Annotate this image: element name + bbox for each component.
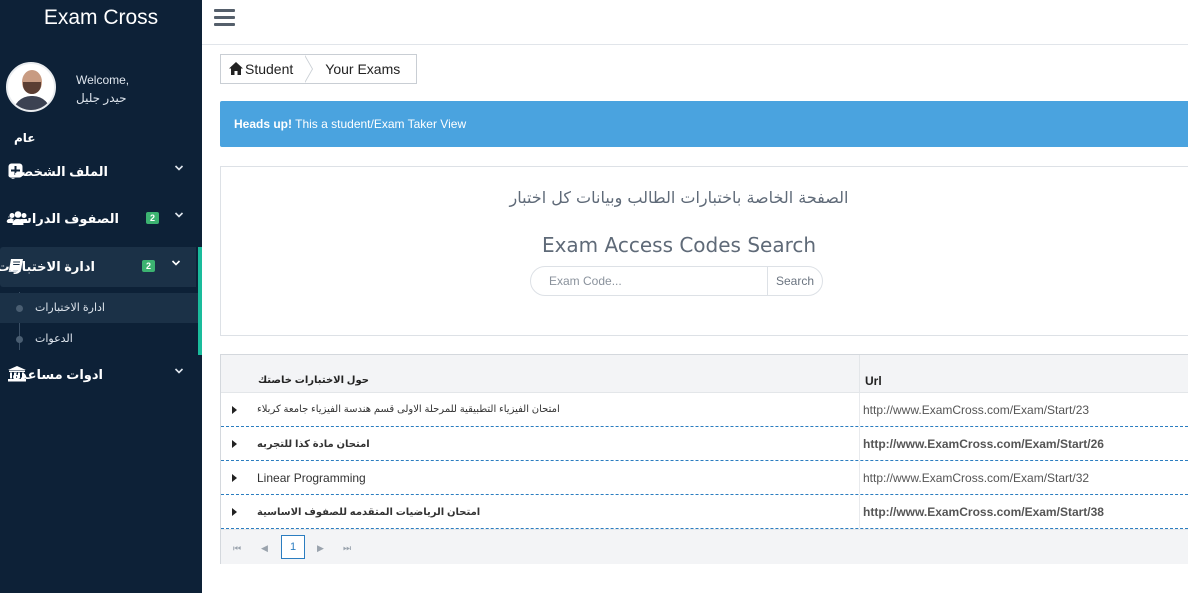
table-row[interactable]: امتحان الفيزياء التطبيقية للمرحلة الاولى…: [221, 393, 1188, 427]
exam-name: Linear Programming: [257, 471, 366, 485]
sidebar-item-profile[interactable]: الملف الشخصي: [0, 152, 202, 192]
page-number-button[interactable]: 1: [281, 535, 305, 559]
alert-strong: Heads up!: [234, 117, 293, 131]
table-row[interactable]: امتحان الرياضيات المتقدمه للصفوف الاساسي…: [221, 495, 1188, 529]
breadcrumb-home-label: Student: [245, 61, 294, 77]
exam-name: امتحان الفيزياء التطبيقية للمرحلة الاولى…: [257, 404, 560, 415]
chevron-down-icon: [174, 163, 186, 179]
active-indicator: [198, 247, 202, 355]
sidebar-item-label: ادارة الاختبارات: [0, 259, 95, 274]
expand-icon[interactable]: [232, 440, 237, 448]
expand-icon[interactable]: [232, 474, 237, 482]
sidebar: Exam Cross Welcome, حيدر جليل عام الملف …: [0, 0, 202, 593]
user-role: عام: [14, 131, 36, 145]
column-header-name[interactable]: حول الاختبارات خاصتك: [258, 375, 369, 386]
home-icon: [229, 56, 243, 75]
pager: ⏮ ◀ 1 ▶ ⏭: [221, 529, 1188, 564]
table-row[interactable]: Linear Programming http://www.ExamCross.…: [221, 461, 1188, 495]
top-bar: [202, 0, 1188, 45]
chevron-down-icon: [174, 366, 186, 382]
welcome-text: Welcome,: [76, 73, 130, 87]
sidebar-item-exams[interactable]: ادارة الاختبارات 2: [0, 247, 196, 287]
brand-title[interactable]: Exam Cross: [0, 6, 202, 30]
user-name: حيدر جليل: [76, 91, 127, 105]
breadcrumb: Student Your Exams: [220, 54, 418, 84]
expand-icon[interactable]: [232, 406, 237, 414]
sidebar-subitem-invitations[interactable]: الدعوات: [0, 324, 198, 354]
search-card: الصفحة الخاصة باختبارات الطالب وبيانات ك…: [220, 166, 1188, 336]
chevron-down-icon: [171, 258, 183, 274]
last-page-icon[interactable]: ⏭: [343, 543, 351, 554]
alert-text: This a student/Exam Taker View: [292, 117, 467, 131]
bullet-icon: [16, 305, 23, 312]
sidebar-subitem-label: الدعوات: [35, 333, 73, 345]
exam-name: امتحان الرياضيات المتقدمه للصفوف الاساسي…: [257, 507, 481, 518]
search-box: Search: [530, 266, 823, 296]
exam-code-input[interactable]: [531, 267, 767, 295]
prev-page-icon[interactable]: ◀: [261, 543, 268, 554]
card-subtitle: الصفحة الخاصة باختبارات الطالب وبيانات ك…: [509, 188, 849, 207]
sidebar-item-label: الملف الشخصي: [7, 164, 108, 179]
chevron-down-icon: [174, 210, 186, 226]
expand-icon[interactable]: [232, 508, 237, 516]
table-row[interactable]: امتحان مادة كذا للتجربه http://www.ExamC…: [221, 427, 1188, 461]
sidebar-item-label: ادوات مساعدة: [12, 367, 103, 382]
exam-url: http://www.ExamCross.com/Exam/Start/26: [863, 437, 1104, 451]
exam-url: http://www.ExamCross.com/Exam/Start/32: [863, 471, 1090, 485]
exam-name: امتحان مادة كذا للتجربه: [257, 439, 370, 450]
count-badge: 2: [146, 212, 160, 224]
breadcrumb-home[interactable]: Student: [221, 55, 314, 83]
sidebar-item-label: الصفوف الدراسية: [5, 211, 119, 226]
avatar[interactable]: [6, 62, 56, 112]
first-page-icon[interactable]: ⏮: [233, 543, 241, 554]
exam-url: http://www.ExamCross.com/Exam/Start/38: [863, 505, 1104, 519]
sidebar-item-classes[interactable]: الصفوف الدراسية 2: [0, 199, 202, 239]
card-title: Exam Access Codes Search: [541, 233, 817, 257]
next-page-icon[interactable]: ▶: [317, 543, 324, 554]
grid-header: حول الاختبارات خاصتك Url: [221, 355, 1188, 393]
sidebar-subitem-label: ادارة الاختبارات: [35, 302, 105, 314]
breadcrumb-current: Your Exams: [325, 61, 401, 77]
sidebar-subitem-exams[interactable]: ادارة الاختبارات: [0, 293, 198, 323]
sidebar-item-tools[interactable]: ادوات مساعدة: [0, 355, 202, 395]
info-alert: Heads up! This a student/Exam Taker View: [220, 101, 1188, 147]
bullet-icon: [16, 336, 23, 343]
count-badge: 2: [142, 260, 156, 272]
menu-toggle-icon[interactable]: [214, 9, 235, 27]
exam-url: http://www.ExamCross.com/Exam/Start/23: [863, 403, 1090, 417]
column-header-url[interactable]: Url: [865, 374, 882, 388]
exams-grid: حول الاختبارات خاصتك Url امتحان الفيزياء…: [220, 354, 1188, 564]
search-button[interactable]: Search: [767, 267, 822, 295]
